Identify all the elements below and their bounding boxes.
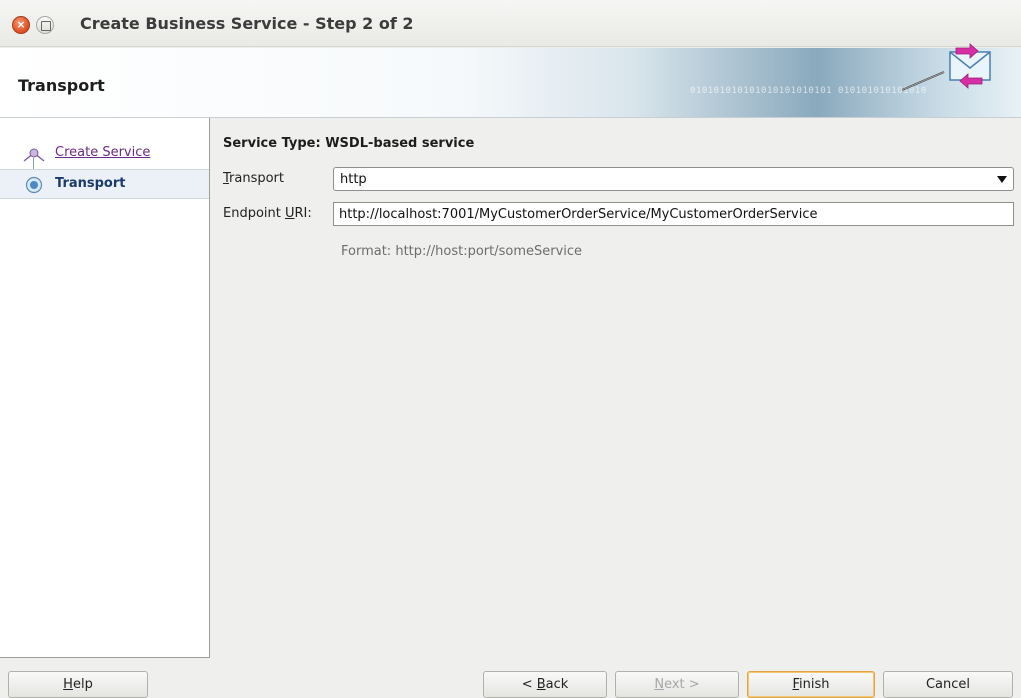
cancel-button[interactable]: Cancel — [883, 671, 1013, 698]
step-create-service-label[interactable]: Create Service — [55, 145, 150, 160]
step-transport[interactable]: Transport — [0, 169, 209, 199]
window-title: Create Business Service - Step 2 of 2 — [80, 14, 414, 33]
wizard-header: Transport 010101010101010101010101 01010… — [0, 43, 1021, 118]
transport-envelope-icon — [901, 43, 991, 91]
page-title: Transport — [18, 76, 105, 95]
wizard-content: Service Type: WSDL-based service Transpo… — [211, 118, 1021, 658]
endpoint-uri-label: Endpoint URI: — [223, 206, 312, 221]
back-prefix: < — [521, 677, 537, 692]
back-mnemonic: B — [536, 677, 546, 692]
transport-select-value: http — [340, 172, 367, 187]
back-label: ack — [545, 677, 569, 692]
help-button[interactable]: Help — [8, 671, 148, 698]
next-button[interactable]: Next > — [615, 671, 739, 698]
transport-label-text: ransport — [229, 171, 285, 186]
step-node-icon — [23, 148, 45, 162]
window-titlebar: × Create Business Service - Step 2 of 2 — [0, 0, 1021, 47]
transport-label: Transport — [223, 171, 284, 186]
finish-label: inish — [799, 677, 830, 692]
transport-select[interactable]: http — [333, 167, 1014, 191]
step-transport-label: Transport — [55, 176, 126, 191]
endpoint-uri-input[interactable] — [333, 202, 1014, 226]
back-button[interactable]: < Back — [483, 671, 607, 698]
next-label: ext > — [664, 677, 700, 692]
service-type-heading: Service Type: WSDL-based service — [223, 136, 475, 151]
finish-button[interactable]: Finish — [747, 671, 875, 698]
close-window-icon[interactable]: × — [12, 16, 30, 34]
next-mnemonic: N — [654, 677, 665, 692]
endpoint-label-pre: Endpoint — [223, 206, 285, 221]
maximize-window-icon[interactable] — [36, 16, 54, 34]
endpoint-label-mnemonic: U — [285, 206, 295, 221]
format-hint: Format: http://host:port/someService — [341, 244, 583, 259]
endpoint-label-post: RI: — [294, 206, 312, 221]
help-label: elp — [72, 677, 93, 692]
step-create-service[interactable]: Create Service — [0, 139, 209, 169]
wizard-steps-sidebar: Create Service Transport — [0, 118, 210, 658]
help-mnemonic: H — [63, 677, 73, 692]
chevron-down-icon[interactable] — [997, 176, 1007, 183]
current-step-icon — [25, 176, 43, 194]
header-binary-decoration: 010101010101010101010101 010101010101010 — [690, 86, 927, 96]
